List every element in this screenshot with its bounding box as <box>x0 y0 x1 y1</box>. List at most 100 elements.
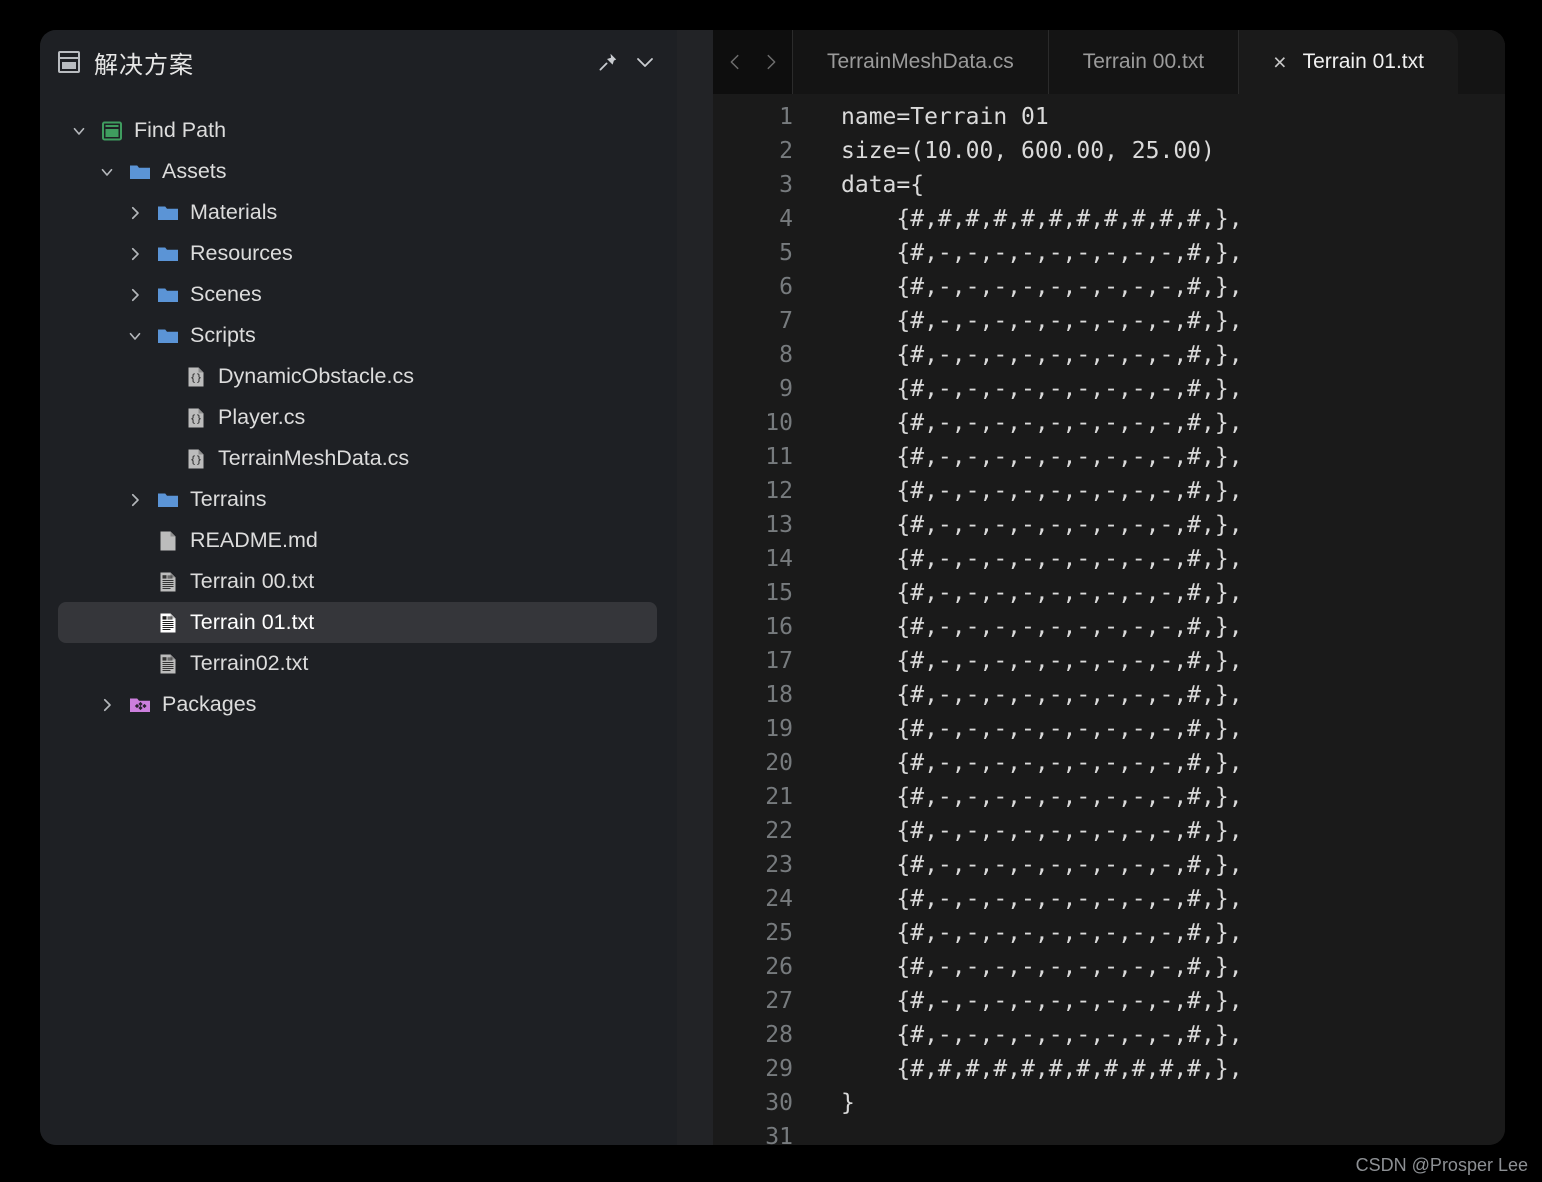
tree-item-player-cs[interactable]: {} Player.cs <box>58 397 657 438</box>
chevron-right-icon[interactable] <box>124 243 146 265</box>
text-file-icon <box>156 611 180 635</box>
tab-label: TerrainMeshData.cs <box>827 50 1014 73</box>
code-line: {#,-,-,-,-,-,-,-,-,-,#,}, <box>841 342 1243 368</box>
code-line: {#,-,-,-,-,-,-,-,-,-,#,}, <box>841 444 1243 470</box>
code-line: {#,-,-,-,-,-,-,-,-,-,#,}, <box>841 818 1243 844</box>
code-line: {#,-,-,-,-,-,-,-,-,-,#,}, <box>841 274 1243 300</box>
tree-item-terrainmeshdata-cs[interactable]: {} TerrainMeshData.cs <box>58 438 657 479</box>
tree-item-label: Player.cs <box>218 405 306 429</box>
package-icon <box>128 693 152 717</box>
line-number-gutter: 1 2 3 4 5 6 7 8 9 10 11 12 13 14 15 16 17 18 19 20 21 22 23 24 2… <box>713 100 809 1145</box>
code-line: {#,-,-,-,-,-,-,-,-,-,#,}, <box>841 784 1243 810</box>
code-line: {#,-,-,-,-,-,-,-,-,-,#,}, <box>841 988 1243 1014</box>
tree-item-resources[interactable]: Resources <box>58 233 657 274</box>
line-number: 31 <box>765 1124 793 1145</box>
tab-terrainmeshdata-cs[interactable]: TerrainMeshData.cs <box>793 30 1049 94</box>
folder-icon <box>156 324 180 348</box>
solution-explorer-panel: 解决方案 Find Path Assets Materials Resources Sc… <box>40 30 677 1145</box>
tree-item-label: README.md <box>190 528 318 552</box>
close-icon[interactable]: × <box>1273 50 1286 74</box>
tree-item-materials[interactable]: Materials <box>58 192 657 233</box>
svg-text:{}: {} <box>190 455 202 466</box>
code-line: {#,-,-,-,-,-,-,-,-,-,#,}, <box>841 580 1243 606</box>
code-line: {#,-,-,-,-,-,-,-,-,-,#,}, <box>841 410 1243 436</box>
tab-list: TerrainMeshData.cs Terrain 00.txt × Terrain… <box>793 30 1458 94</box>
line-number: 17 <box>765 648 793 674</box>
chevron-down-icon[interactable] <box>633 50 657 74</box>
tab-bar: TerrainMeshData.cs Terrain 00.txt × Terrain… <box>713 30 1505 94</box>
line-number: 2 <box>779 138 793 164</box>
tree-item-label: Terrain 01.txt <box>190 610 315 634</box>
tree-item-label: Assets <box>162 159 227 183</box>
code-line: {#,-,-,-,-,-,-,-,-,-,#,}, <box>841 546 1243 572</box>
code-line: {#,-,-,-,-,-,-,-,-,-,#,}, <box>841 852 1243 878</box>
svg-text:{}: {} <box>190 414 202 425</box>
chevron-right-icon[interactable] <box>124 202 146 224</box>
chevron-down-icon[interactable] <box>68 120 90 142</box>
chevron-right-icon[interactable] <box>756 47 786 77</box>
line-number: 22 <box>765 818 793 844</box>
code-line: {#,#,#,#,#,#,#,#,#,#,#,}, <box>841 1056 1243 1082</box>
chevron-left-icon[interactable] <box>720 47 750 77</box>
code-line: {#,#,#,#,#,#,#,#,#,#,#,}, <box>841 206 1243 232</box>
line-number: 13 <box>765 512 793 538</box>
chevron-right-icon[interactable] <box>124 489 146 511</box>
line-number: 23 <box>765 852 793 878</box>
code-content[interactable]: name=Terrain 01 size=(10.00, 600.00, 25.0… <box>809 100 1505 1145</box>
line-number: 25 <box>765 920 793 946</box>
chevron-right-icon[interactable] <box>96 694 118 716</box>
code-line: {#,-,-,-,-,-,-,-,-,-,#,}, <box>841 886 1243 912</box>
editor-area: TerrainMeshData.cs Terrain 00.txt × Terrain… <box>713 30 1505 1145</box>
line-number: 24 <box>765 886 793 912</box>
folder-icon <box>156 488 180 512</box>
pin-icon[interactable] <box>597 51 619 73</box>
code-line: name=Terrain 01 <box>841 104 1049 130</box>
line-number: 4 <box>779 206 793 232</box>
tree-item-packages[interactable]: Packages <box>58 684 657 725</box>
plain-file-icon <box>156 529 180 553</box>
text-file-icon <box>156 652 180 676</box>
tab-terrain-00-txt[interactable]: Terrain 00.txt <box>1048 30 1240 94</box>
tree-item-label: Terrains <box>190 487 267 511</box>
chevron-down-icon[interactable] <box>124 325 146 347</box>
tree-item-assets[interactable]: Assets <box>58 151 657 192</box>
tree-item-terrain-01-txt[interactable]: Terrain 01.txt <box>58 602 657 643</box>
tab-terrain-01-txt[interactable]: × Terrain 01.txt <box>1239 30 1458 94</box>
tree-item-terrain02-txt[interactable]: Terrain02.txt <box>58 643 657 684</box>
tree-item-label: Resources <box>190 241 293 265</box>
code-line: {#,-,-,-,-,-,-,-,-,-,#,}, <box>841 954 1243 980</box>
tree-item-label: Find Path <box>134 118 227 142</box>
code-editor[interactable]: 1 2 3 4 5 6 7 8 9 10 11 12 13 14 15 16 17 18 19 20 21 22 23 24 2… <box>713 94 1505 1145</box>
line-number: 7 <box>779 308 793 334</box>
code-line: {#,-,-,-,-,-,-,-,-,-,#,}, <box>841 308 1243 334</box>
line-number: 26 <box>765 954 793 980</box>
solution-icon <box>58 51 80 73</box>
navigation-arrows <box>713 30 793 94</box>
line-number: 3 <box>779 172 793 198</box>
line-number: 16 <box>765 614 793 640</box>
chevron-right-icon[interactable] <box>124 284 146 306</box>
solution-green-icon <box>100 119 124 143</box>
code-line: {#,-,-,-,-,-,-,-,-,-,#,}, <box>841 376 1243 402</box>
tree-item-scenes[interactable]: Scenes <box>58 274 657 315</box>
line-number: 12 <box>765 478 793 504</box>
tree-item-terrain-00-txt[interactable]: Terrain 00.txt <box>58 561 657 602</box>
code-line: {#,-,-,-,-,-,-,-,-,-,#,}, <box>841 716 1243 742</box>
tree-item-dynamicobstacle-cs[interactable]: {} DynamicObstacle.cs <box>58 356 657 397</box>
code-line: {#,-,-,-,-,-,-,-,-,-,#,}, <box>841 512 1243 538</box>
folder-icon <box>156 283 180 307</box>
csharp-file-icon: {} <box>184 447 208 471</box>
panel-divider[interactable] <box>677 30 713 1145</box>
tree-item-label: Packages <box>162 692 257 716</box>
tree-item-scripts[interactable]: Scripts <box>58 315 657 356</box>
tab-label: Terrain 01.txt <box>1302 50 1424 73</box>
chevron-down-icon[interactable] <box>96 161 118 183</box>
project-tree: Find Path Assets Materials Resources Scenes S… <box>40 94 677 1145</box>
tree-item-label: Terrain 00.txt <box>190 569 315 593</box>
tree-item-readme-md[interactable]: README.md <box>58 520 657 561</box>
line-number: 5 <box>779 240 793 266</box>
tree-item-terrains[interactable]: Terrains <box>58 479 657 520</box>
code-line: size=(10.00, 600.00, 25.00) <box>841 138 1215 164</box>
tree-item-find-path[interactable]: Find Path <box>58 110 657 151</box>
tree-item-label: Scenes <box>190 282 262 306</box>
